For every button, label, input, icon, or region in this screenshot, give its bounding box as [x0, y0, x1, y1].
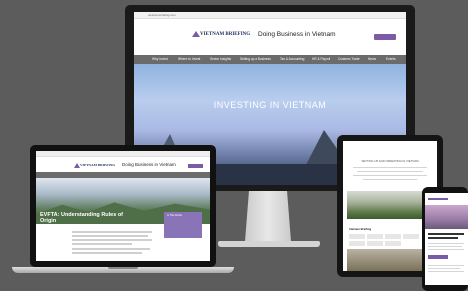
- site-tagline: Doing Business in Vietnam: [122, 162, 176, 167]
- headline-bar: [428, 237, 458, 239]
- site-tagline: Doing Business in Vietnam: [258, 31, 336, 38]
- text-line: [428, 246, 462, 247]
- browser-address-bar[interactable]: vietnam-briefing.com: [134, 12, 406, 19]
- nav-item-sector-insights[interactable]: Sector Insights: [210, 57, 231, 61]
- text-line: [72, 248, 150, 250]
- grid-item[interactable]: [367, 241, 383, 246]
- text-line: [428, 265, 464, 266]
- nav-item-events[interactable]: Events: [386, 57, 396, 61]
- grid-item[interactable]: [349, 241, 365, 246]
- main-nav: Why Invest Where to Invest Sector Insigh…: [134, 55, 406, 64]
- article-sidebar-card[interactable]: In This Article: [164, 212, 202, 238]
- text-line: [428, 249, 464, 250]
- sidebar-card-label: In This Article: [167, 214, 182, 217]
- text-line: [72, 239, 152, 241]
- nav-item-news[interactable]: News: [368, 57, 376, 61]
- site-logo[interactable]: VIETNAM BRIEFING: [80, 163, 115, 167]
- subscribe-button[interactable]: [374, 34, 396, 40]
- phone-cta-button[interactable]: [428, 255, 448, 259]
- browser-address-bar[interactable]: [36, 151, 210, 157]
- text-line: [72, 243, 132, 245]
- logo-icon[interactable]: [192, 31, 200, 37]
- nav-item-customs[interactable]: Customs Trade: [338, 57, 360, 61]
- text-line: [353, 175, 427, 177]
- headline-bar: [428, 233, 464, 235]
- laptop-notch: [108, 267, 138, 269]
- text-line: [72, 252, 142, 254]
- text-line: [428, 271, 464, 272]
- url-text: vietnam-briefing.com: [148, 13, 176, 17]
- grid-item[interactable]: [349, 234, 365, 239]
- grid-item[interactable]: [385, 241, 401, 246]
- tablet-page-title: SETTING UP AND OPERATING IN VIETNAM: [361, 159, 419, 163]
- text-line: [353, 167, 427, 169]
- article-title: EVFTA: Understanding Rules of Origin: [40, 212, 124, 224]
- nav-item-hr[interactable]: HR & Payroll: [312, 57, 330, 61]
- text-line: [363, 179, 417, 181]
- laptop-screen: VIETNAM BRIEFING Doing Business in Vietn…: [36, 151, 210, 261]
- text-line: [428, 268, 460, 269]
- nav-item-where-to-invest[interactable]: Where to Invest: [178, 57, 200, 61]
- text-line: [428, 243, 464, 244]
- grid-item[interactable]: [385, 234, 401, 239]
- subscribe-button[interactable]: [188, 164, 203, 168]
- tablet-section-title: Vietnam Briefing: [349, 227, 372, 231]
- grid-item[interactable]: [403, 234, 419, 239]
- nav-item-tax[interactable]: Tax & Accounting: [280, 57, 304, 61]
- text-line: [357, 171, 423, 173]
- text-line: [72, 235, 148, 237]
- monitor-base: [218, 241, 320, 247]
- tablet-footer-image: [347, 249, 433, 271]
- nav-item-setting-up[interactable]: Setting up a Business: [240, 57, 271, 61]
- phone-screen: [425, 193, 468, 285]
- monitor-stand: [244, 191, 292, 243]
- nav-item-why-invest[interactable]: Why Invest: [152, 57, 168, 61]
- site-logo[interactable]: VIETNAM BRIEFING: [200, 32, 250, 37]
- text-line: [72, 231, 152, 233]
- phone-hero-image: [425, 205, 468, 229]
- tablet-hero-image: [347, 191, 433, 219]
- grid-item[interactable]: [367, 234, 383, 239]
- hero-title: INVESTING IN VIETNAM: [213, 100, 327, 110]
- phone-logo-bar[interactable]: [428, 198, 448, 200]
